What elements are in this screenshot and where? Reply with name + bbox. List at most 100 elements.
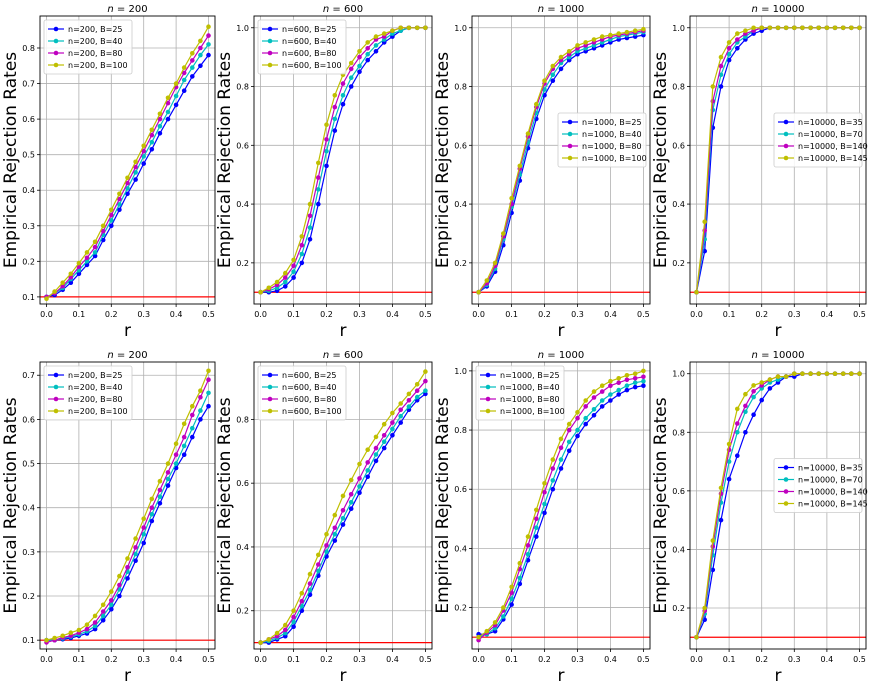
- data-point: [406, 404, 412, 409]
- panel-8: 0.0 0.1 0.2 0.3 0.4 0.5 0.2 0.4 0.6 0.8 1.0 n = 100…: [651, 350, 868, 686]
- y-tick-label: 0.2: [236, 259, 249, 268]
- data-point: [632, 380, 638, 386]
- x-tick-label: 0.1: [73, 310, 86, 319]
- data-point: [808, 371, 813, 377]
- y-tick-label: 0.4: [454, 544, 467, 553]
- data-point: [198, 38, 203, 44]
- data-point: [141, 525, 146, 530]
- legend-entry: n=1000, B=25: [500, 371, 560, 380]
- y-tick-label: 0.2: [22, 257, 35, 266]
- data-point: [173, 102, 179, 108]
- x-axis-label: r: [558, 321, 565, 341]
- data-point: [206, 368, 211, 374]
- x-tick-label: 0.0: [472, 310, 485, 319]
- data-point: [398, 401, 404, 406]
- y-axis-label: Empirical Rejection Rates: [433, 52, 453, 268]
- y-tick-label: 0.6: [22, 415, 35, 424]
- x-tick-label: 0.4: [386, 655, 399, 664]
- data-point: [283, 622, 288, 628]
- x-axis-label: r: [775, 666, 782, 686]
- data-point: [190, 403, 195, 409]
- series-line: [478, 385, 644, 635]
- legend-entry: n=10000, B=35: [798, 118, 863, 127]
- data-point: [340, 101, 346, 107]
- data-point: [575, 415, 580, 421]
- data-point: [759, 380, 764, 385]
- x-tick-label: 0.3: [788, 310, 801, 319]
- legend-marker: [567, 155, 573, 161]
- data-point: [173, 93, 179, 99]
- data-point: [542, 481, 547, 486]
- data-point: [206, 377, 211, 383]
- data-point: [198, 45, 203, 51]
- x-tick-label: 0.5: [853, 310, 866, 319]
- legend-marker: [267, 372, 273, 378]
- data-point: [258, 640, 263, 645]
- data-point: [198, 408, 203, 413]
- data-point: [149, 147, 155, 152]
- y-tick-label: 0.8: [454, 83, 467, 92]
- legend: n=200, B=25 n=200, B=40 n=200, B=80 n=200, …: [43, 19, 133, 75]
- data-point: [398, 407, 404, 413]
- data-point: [575, 433, 580, 439]
- data-point: [157, 111, 163, 117]
- data-point: [348, 60, 354, 66]
- data-point: [348, 477, 354, 483]
- data-point: [307, 225, 313, 230]
- y-axis-label: Empirical Rejection Rates: [215, 52, 235, 268]
- data-point: [423, 25, 428, 31]
- data-point: [92, 613, 98, 619]
- data-point: [340, 522, 346, 527]
- legend-entry: n=600, B=40: [282, 37, 337, 46]
- legend-entry: n=200, B=80: [68, 395, 123, 404]
- data-point: [718, 84, 724, 89]
- data-point: [291, 275, 296, 280]
- data-point: [307, 201, 313, 207]
- data-point: [726, 46, 732, 51]
- data-point: [283, 279, 288, 285]
- data-point: [751, 394, 756, 400]
- data-point: [767, 25, 773, 31]
- data-point: [283, 627, 288, 633]
- data-point: [190, 412, 195, 418]
- data-point: [117, 573, 122, 579]
- data-point: [857, 371, 862, 377]
- legend-entry: n=600, B=25: [282, 25, 337, 34]
- x-axis-label: r: [340, 321, 347, 341]
- data-point: [206, 24, 211, 30]
- x-tick-label: 0.4: [821, 310, 834, 319]
- legend-marker: [53, 62, 59, 68]
- data-point: [767, 377, 773, 382]
- legend-marker: [267, 50, 273, 56]
- data-point: [206, 42, 211, 47]
- y-tick-label: 0.6: [454, 485, 467, 494]
- data-point: [743, 430, 748, 435]
- data-point: [157, 501, 163, 506]
- legend-marker: [53, 26, 59, 32]
- x-tick-label: 0.2: [755, 655, 768, 664]
- data-point: [299, 590, 305, 596]
- data-point: [299, 251, 305, 257]
- data-point: [550, 78, 556, 83]
- legend-entry: n=200, B=40: [68, 37, 123, 46]
- legend-entry: n=600, B=25: [282, 371, 337, 380]
- panel-title: n = 1000: [538, 4, 585, 15]
- x-tick-label: 0.0: [40, 655, 53, 664]
- x-axis-label: r: [558, 666, 565, 686]
- data-point: [340, 493, 346, 499]
- data-point: [783, 25, 789, 31]
- data-point: [92, 620, 98, 625]
- legend-marker: [485, 384, 491, 390]
- data-point: [100, 223, 106, 229]
- data-point: [517, 575, 523, 581]
- data-point: [608, 392, 613, 397]
- data-point: [100, 609, 106, 614]
- data-point: [291, 608, 296, 613]
- data-point: [735, 453, 740, 459]
- data-point: [501, 231, 506, 236]
- data-point: [550, 486, 556, 492]
- data-point: [566, 439, 572, 445]
- data-point: [165, 461, 171, 466]
- data-point: [181, 77, 187, 83]
- data-point: [133, 177, 138, 182]
